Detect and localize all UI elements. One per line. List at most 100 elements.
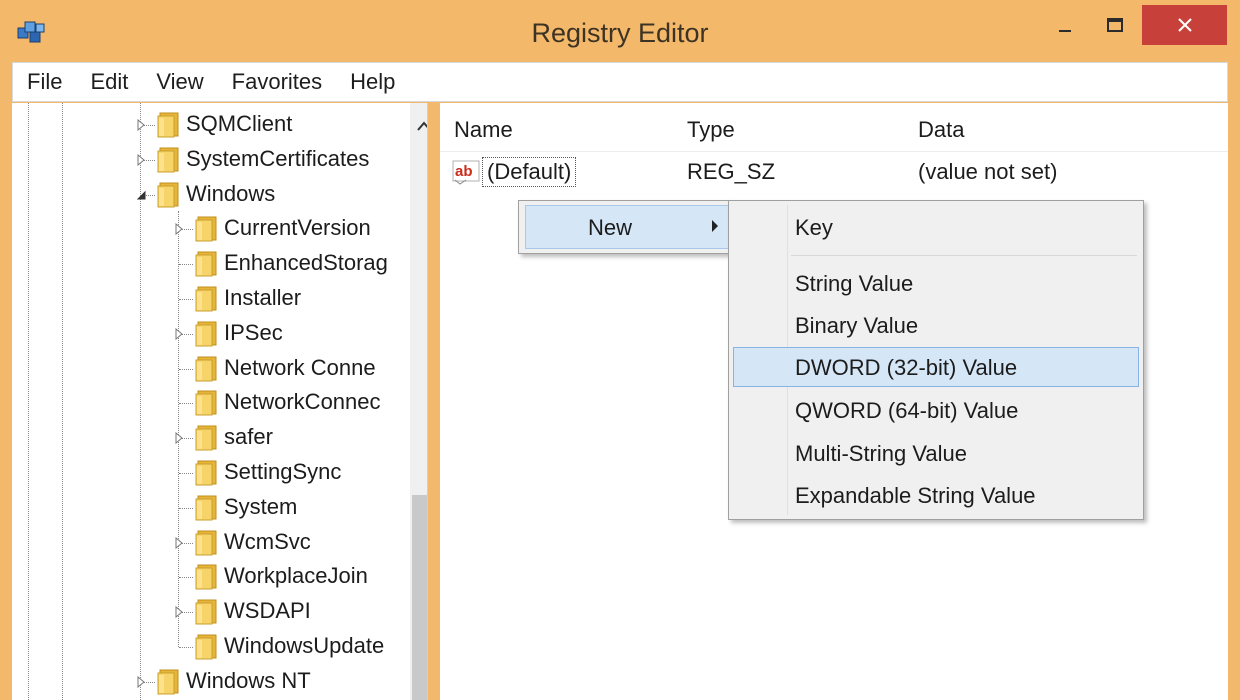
tree-node[interactable]: SQMClient: [12, 107, 408, 142]
tree-node[interactable]: Network Conne: [12, 351, 408, 386]
folder-icon: [195, 634, 217, 660]
string-value-icon: ab: [452, 160, 480, 185]
submenu-arrow-icon: [712, 220, 718, 232]
expand-arrow-icon[interactable]: [172, 222, 186, 236]
folder-icon: [195, 251, 217, 277]
expand-arrow-icon[interactable]: [134, 118, 148, 132]
folder-icon: [195, 495, 217, 521]
column-header-type[interactable]: Type: [687, 117, 735, 143]
tree-node[interactable]: WindowsUpdate: [12, 629, 408, 664]
value-type: REG_SZ: [687, 159, 776, 184]
close-button[interactable]: [1142, 5, 1227, 45]
menu-help[interactable]: Help: [350, 69, 395, 95]
value-row[interactable]: ab (Default) REG_SZ (value not set): [440, 155, 1228, 191]
column-header-data[interactable]: Data: [918, 117, 964, 143]
minimize-button[interactable]: [1040, 6, 1090, 44]
submenu-item-expandable-string-value[interactable]: Expandable String Value: [733, 475, 1139, 515]
submenu-item-string-value[interactable]: String Value: [733, 263, 1139, 303]
folder-icon: [195, 564, 217, 590]
string-value-icon-text: ab: [455, 163, 473, 180]
folder-icon: [195, 390, 217, 416]
submenu-item-label: String Value: [795, 271, 914, 296]
menu-favorites[interactable]: Favorites: [232, 69, 322, 95]
folder-icon: [195, 356, 217, 382]
tree-node-label: Installer: [224, 285, 302, 310]
tree-node-label: SQMClient: [186, 111, 293, 136]
folder-icon: [157, 182, 179, 208]
maximize-button[interactable]: [1090, 6, 1140, 44]
tree-node-label: WorkplaceJoin: [224, 563, 368, 589]
expand-arrow-icon[interactable]: [172, 431, 186, 445]
submenu-item-key[interactable]: Key: [733, 207, 1139, 247]
tree-connector-line: [179, 577, 193, 579]
tree-node[interactable]: IPSec: [12, 316, 408, 351]
expand-arrow-icon[interactable]: [172, 605, 186, 619]
tree-node-label: WcmSvc: [224, 528, 311, 554]
collapse-arrow-icon[interactable]: [134, 188, 148, 202]
tree-node-label: safer: [224, 424, 273, 450]
scroll-up-button[interactable]: [410, 111, 427, 141]
scroll-thumb[interactable]: [412, 495, 427, 700]
new-submenu: Key String Value Binary Value DWORD (32-…: [728, 200, 1144, 520]
chevron-up-icon: [417, 121, 427, 131]
tree-connector-line: [179, 473, 193, 474]
title-bar: Registry Editor: [0, 0, 1240, 60]
tree-connector-line: [179, 647, 193, 648]
submenu-item-qword-value[interactable]: QWORD (64-bit) Value: [733, 390, 1139, 430]
tree-node-label: WindowsUpdate: [224, 633, 385, 658]
folder-icon: [195, 425, 217, 451]
submenu-item-multi-string-value[interactable]: Multi-String Value: [733, 433, 1139, 473]
context-menu-new[interactable]: New: [525, 205, 729, 249]
tree-node-label: Network Conne: [224, 354, 376, 380]
value-data: (value not set): [918, 159, 1058, 184]
tree-node[interactable]: Windows NT: [12, 664, 408, 699]
expand-arrow-icon[interactable]: [172, 536, 186, 550]
menu-view[interactable]: View: [156, 69, 203, 95]
tree-scrollbar[interactable]: [410, 103, 427, 700]
tree-node-label: System: [224, 493, 298, 519]
submenu-item-label: Multi-String Value: [795, 441, 967, 466]
header-divider: [440, 151, 1228, 152]
expand-arrow-icon[interactable]: [134, 675, 148, 689]
menu-edit[interactable]: Edit: [90, 69, 128, 95]
tree-node-label: WSDAPI: [224, 598, 311, 624]
tree-node-label: EnhancedStorag: [224, 250, 388, 276]
submenu-item-binary-value[interactable]: Binary Value: [733, 305, 1139, 345]
expand-arrow-icon[interactable]: [134, 153, 148, 167]
tree-node[interactable]: Installer: [12, 281, 408, 316]
tree-node[interactable]: System: [12, 490, 408, 525]
tree-node-label: SystemCertificates: [186, 145, 370, 171]
tree-connector-line: [179, 403, 193, 405]
submenu-item-label: Expandable String Value: [795, 483, 1036, 508]
submenu-item-label: Key: [795, 215, 833, 240]
tree-node[interactable]: SettingSync: [12, 455, 408, 490]
tree-node[interactable]: SystemCertificates: [12, 142, 408, 177]
folder-icon: [195, 321, 217, 347]
tree-node[interactable]: NetworkConnec: [12, 385, 408, 420]
tree-node[interactable]: Windows: [12, 177, 408, 212]
expand-arrow-icon[interactable]: [172, 327, 186, 341]
tree-connector-line: [179, 264, 193, 266]
tree-node[interactable]: CurrentVersion: [12, 211, 408, 246]
tree-node[interactable]: WcmSvc: [12, 525, 408, 560]
tree-node[interactable]: EnhancedStorag: [12, 246, 408, 281]
tree-node[interactable]: WorkplaceJoin: [12, 559, 408, 594]
value-name[interactable]: (Default): [482, 157, 577, 187]
pane-splitter[interactable]: [428, 103, 440, 700]
registry-tree[interactable]: SQMClient SystemCertificates Windows Curren…: [12, 103, 428, 700]
tree-node[interactable]: safer: [12, 420, 408, 455]
folder-icon: [195, 286, 217, 312]
tree-node-label: IPSec: [224, 319, 283, 345]
column-header-name[interactable]: Name: [454, 117, 513, 143]
folder-icon: [195, 460, 217, 486]
tree-node-label: CurrentVersion: [224, 215, 371, 241]
maximize-icon: [1107, 18, 1123, 32]
registry-editor-window: Registry Editor File Edit View Favorites…: [0, 0, 1240, 700]
folder-icon: [157, 669, 179, 695]
context-menu-new-label: New: [588, 215, 633, 240]
menu-file[interactable]: File: [27, 69, 62, 95]
submenu-item-dword-value[interactable]: DWORD (32-bit) Value: [733, 347, 1139, 387]
tree-node[interactable]: WSDAPI: [12, 594, 408, 629]
folder-icon: [157, 147, 179, 173]
submenu-item-label: DWORD (32-bit) Value: [795, 355, 1018, 380]
